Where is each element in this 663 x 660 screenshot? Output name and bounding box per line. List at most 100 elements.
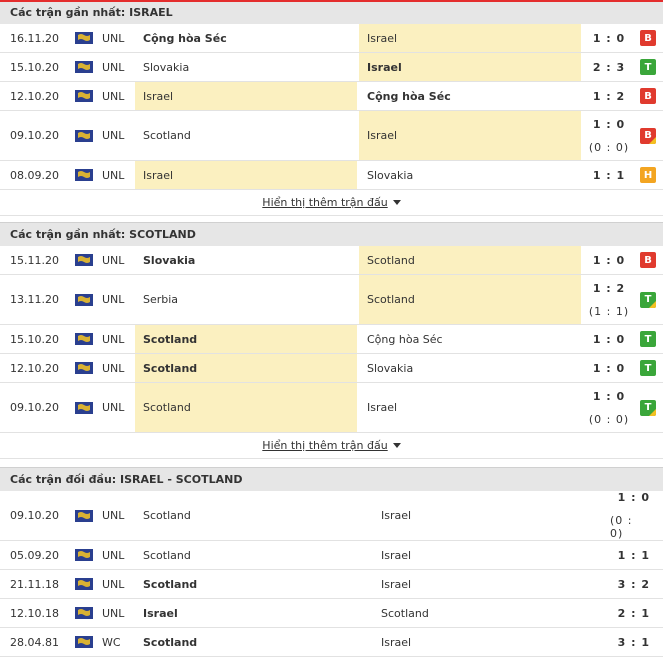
result-cell: T	[640, 53, 656, 81]
match-score[interactable]: 1 : 0	[582, 246, 636, 274]
match-row[interactable]: 09.10.20 UNL Scotland Israel 1 : 0 (0 : 0) T	[0, 383, 663, 433]
match-row[interactable]: 12.10.20 UNL Scotland Slovakia 1 : 0T	[0, 354, 663, 383]
match-score[interactable]: 1 : 0	[582, 24, 636, 52]
away-team[interactable]: Israel	[359, 383, 581, 432]
match-date: 12.10.20	[10, 361, 59, 375]
match-score[interactable]: 1 : 0 (0 : 0)	[582, 383, 636, 432]
home-team[interactable]: Scotland	[135, 628, 373, 656]
result-letter: B	[644, 32, 652, 44]
show-more-label[interactable]: Hiển thị thêm trận đấu	[262, 439, 387, 452]
match-date: 28.04.81	[10, 635, 59, 649]
match-row[interactable]: 16.11.20 UNL Cộng hòa Séc Israel 1 : 0B	[0, 24, 663, 53]
result-badge: T	[640, 291, 656, 308]
full-time-score: 1 : 0	[592, 253, 626, 267]
match-row[interactable]: 28.04.81 WC Scotland Israel 3 : 1	[0, 628, 663, 657]
away-team[interactable]: Scotland	[359, 275, 581, 324]
show-more-button[interactable]: Hiển thị thêm trận đấu	[0, 433, 663, 459]
away-team[interactable]: Israel	[373, 491, 573, 540]
away-team[interactable]: Israel	[373, 541, 573, 569]
match-row[interactable]: 12.10.20 UNL Israel Cộng hòa Séc 1 : 2B	[0, 82, 663, 111]
away-team[interactable]: Israel	[359, 53, 581, 81]
away-team[interactable]: Cộng hòa Séc	[359, 325, 581, 353]
match-row[interactable]: 12.10.18 UNL Israel Scotland 2 : 1	[0, 599, 663, 628]
competition-flag-icon	[75, 541, 95, 569]
result-badge: H	[640, 167, 656, 183]
match-score[interactable]: 1 : 0 (0 : 0)	[582, 111, 636, 160]
home-team[interactable]: Scotland	[135, 541, 373, 569]
match-row[interactable]: 05.09.20 UNL Scotland Israel 1 : 1	[0, 541, 663, 570]
match-score[interactable]: 1 : 1	[582, 161, 636, 189]
match-row[interactable]: 09.10.20 UNL Scotland Israel 1 : 0 (0 : 0) B	[0, 111, 663, 161]
corner-marker-icon	[649, 136, 656, 144]
home-team[interactable]: Scotland	[135, 325, 357, 353]
match-date: 08.09.20	[10, 168, 59, 182]
away-team[interactable]: Scotland	[359, 246, 581, 274]
match-row[interactable]: 21.11.18 UNL Scotland Israel 3 : 2	[0, 570, 663, 599]
away-team[interactable]: Israel	[359, 24, 581, 52]
home-team[interactable]: Cộng hòa Séc	[135, 24, 357, 52]
match-score[interactable]: 3 : 1	[610, 628, 662, 656]
match-date: 15.10.20	[10, 60, 59, 74]
result-cell: B	[640, 24, 656, 52]
match-score[interactable]: 1 : 2	[582, 82, 636, 110]
match-score[interactable]: 1 : 0 (0 : 0)	[610, 491, 662, 540]
match-score[interactable]: 2 : 3	[582, 53, 636, 81]
result-cell: T	[640, 354, 656, 382]
match-list: 16.11.20 UNL Cộng hòa Séc Israel 1 : 0 B 15.10…	[0, 24, 663, 190]
match-row[interactable]: 08.09.20 UNL Israel Slovakia 1 : 1H	[0, 161, 663, 190]
result-letter: T	[644, 61, 652, 73]
home-team[interactable]: Israel	[135, 82, 357, 110]
away-team[interactable]: Scotland	[373, 599, 573, 627]
result-cell: H	[640, 161, 656, 189]
full-time-score: 1 : 0	[592, 389, 626, 403]
home-team[interactable]: Israel	[135, 161, 357, 189]
home-team[interactable]: Serbia	[135, 275, 357, 324]
result-letter: H	[643, 169, 653, 181]
home-team[interactable]: Slovakia	[135, 53, 357, 81]
away-team[interactable]: Israel	[359, 111, 581, 160]
match-date: 12.10.18	[10, 606, 59, 620]
match-row[interactable]: 09.10.20 UNL Scotland Israel 1 : 0 (0 : 0)	[0, 491, 663, 541]
full-time-score: 3 : 1	[617, 635, 650, 649]
match-row[interactable]: 15.10.20 UNL Slovakia Israel 2 : 3T	[0, 53, 663, 82]
match-score[interactable]: 1 : 1	[610, 541, 662, 569]
home-team[interactable]: Scotland	[135, 383, 357, 432]
full-time-score: 2 : 1	[617, 606, 650, 620]
away-team[interactable]: Slovakia	[359, 161, 581, 189]
top-accent-line	[0, 0, 663, 2]
full-time-score: 1 : 0	[592, 117, 626, 131]
home-team[interactable]: Scotland	[135, 111, 357, 160]
match-row[interactable]: 15.11.20 UNL Slovakia Scotland 1 : 0B	[0, 246, 663, 275]
match-date: 21.11.18	[10, 577, 59, 591]
full-time-score: 1 : 1	[592, 168, 626, 182]
show-more-button[interactable]: Hiển thị thêm trận đấu	[0, 190, 663, 216]
section-head-to-head: Các trận đối đầu: ISRAEL - SCOTLAND 09.1…	[0, 467, 663, 657]
result-badge: T	[640, 360, 656, 376]
match-row[interactable]: 13.11.20 UNL Serbia Scotland 1 : 2 (1 : 1) T	[0, 275, 663, 325]
match-score[interactable]: 1 : 2 (1 : 1)	[582, 275, 636, 324]
match-score[interactable]: 1 : 0	[582, 325, 636, 353]
match-date: 15.11.20	[10, 253, 59, 267]
match-score[interactable]: 3 : 2	[610, 570, 662, 598]
match-date: 09.10.20	[10, 509, 59, 522]
away-team[interactable]: Israel	[373, 628, 573, 656]
match-score[interactable]: 2 : 1	[610, 599, 662, 627]
match-row[interactable]: 15.10.20 UNL Scotland Cộng hòa Séc 1 : 0T	[0, 325, 663, 354]
home-team[interactable]: Israel	[135, 599, 373, 627]
away-team[interactable]: Israel	[373, 570, 573, 598]
home-team[interactable]: Slovakia	[135, 246, 357, 274]
full-time-score: 1 : 0	[592, 31, 626, 45]
away-team[interactable]: Slovakia	[359, 354, 581, 382]
result-letter: B	[644, 254, 652, 266]
competition-flag-icon	[75, 24, 95, 52]
section-title: Các trận gần nhất: ISRAEL	[0, 0, 663, 24]
competition-flag-icon	[75, 82, 95, 110]
full-time-score: 1 : 0	[592, 332, 626, 346]
home-team[interactable]: Scotland	[135, 491, 373, 540]
home-team[interactable]: Scotland	[135, 570, 373, 598]
home-team[interactable]: Scotland	[135, 354, 357, 382]
match-score[interactable]: 1 : 0	[582, 354, 636, 382]
show-more-label[interactable]: Hiển thị thêm trận đấu	[262, 196, 387, 209]
away-team[interactable]: Cộng hòa Séc	[359, 82, 581, 110]
result-cell: T	[640, 325, 656, 353]
